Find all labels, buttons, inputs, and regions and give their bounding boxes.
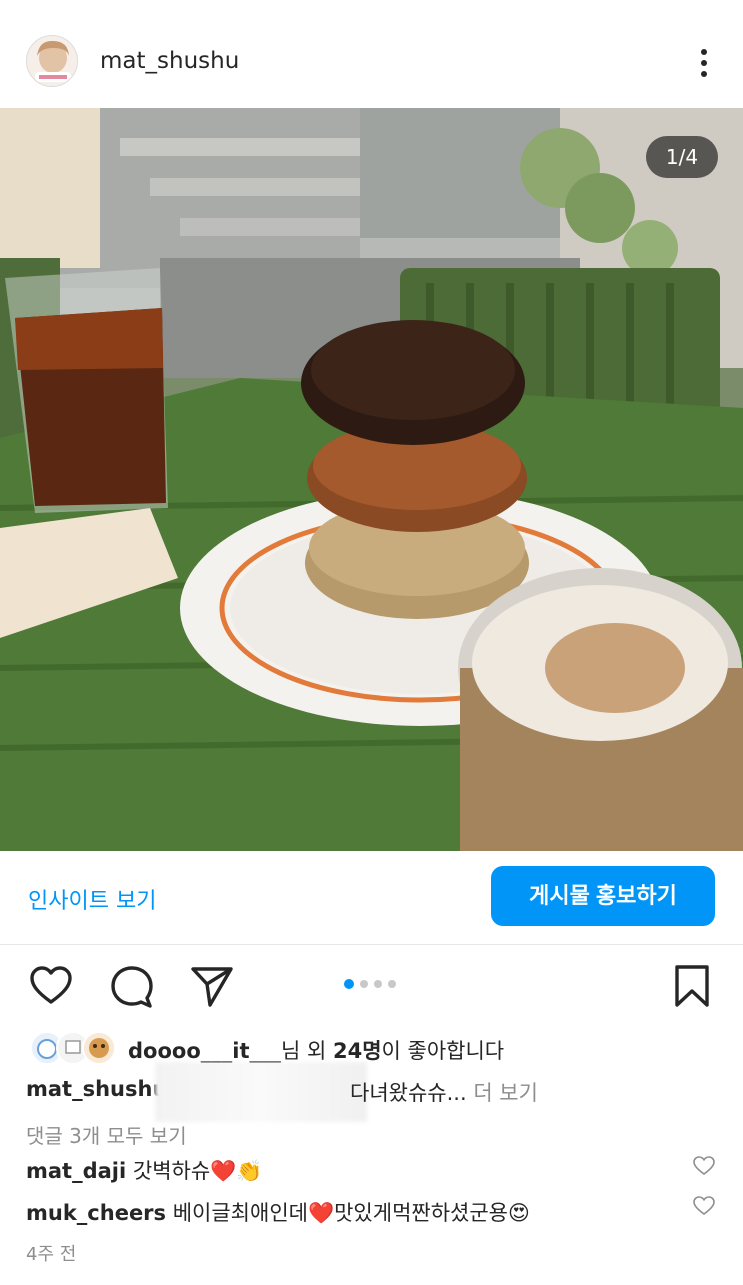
caption-more-link[interactable]: 더 보기 (467, 1081, 538, 1105)
likes-suffix-1: 님 외 (280, 1039, 333, 1063)
caption-text: 다녀왔슈슈... 더 보기 (350, 1077, 538, 1107)
promote-post-button[interactable]: 게시물 홍보하기 (491, 866, 715, 926)
post-image[interactable]: 1/4 (0, 108, 743, 851)
carousel-dot (388, 980, 396, 988)
carousel-dot (360, 980, 368, 988)
comment-icon[interactable] (108, 962, 156, 1010)
insights-bar: 인사이트 보기 게시물 홍보하기 (0, 851, 743, 945)
profile-avatar[interactable] (26, 35, 78, 87)
liker-username[interactable]: doooo___it___ (128, 1039, 281, 1063)
comment-item: muk_cheers 베이글최애인데❤️맛있게먹짠하셨군용😍 (26, 1197, 530, 1227)
likes-suffix-2: 이 좋아합니다 (381, 1039, 505, 1063)
comment-like-heart-icon[interactable] (692, 1194, 716, 1218)
image-counter-badge: 1/4 (646, 136, 718, 178)
send-icon[interactable] (188, 962, 236, 1010)
bookmark-icon[interactable] (668, 962, 716, 1010)
post-timestamp: 4주 전 (26, 1244, 77, 1265)
blurred-caption-region (155, 1062, 367, 1122)
post-header: mat_shushu (0, 0, 743, 108)
comment-text: 갓벽하슈❤️👏 (126, 1159, 263, 1183)
comment-username[interactable]: muk_cheers (26, 1201, 166, 1225)
caption: mat_shushu (26, 1077, 167, 1101)
liker-avatar (82, 1031, 116, 1065)
comment-item: mat_daji 갓벽하슈❤️👏 (26, 1155, 262, 1185)
post-username[interactable]: mat_shushu (100, 48, 239, 74)
caption-username[interactable]: mat_shushu (26, 1077, 167, 1101)
carousel-indicator (344, 979, 404, 990)
view-insights-link[interactable]: 인사이트 보기 (28, 883, 156, 915)
likes-count[interactable]: 24명 (333, 1039, 382, 1063)
comment-like-heart-icon[interactable] (692, 1154, 716, 1178)
comment-username[interactable]: mat_daji (26, 1159, 126, 1183)
likes-summary[interactable]: doooo___it___님 외 24명이 좋아합니다 (26, 1029, 726, 1069)
likes-text: doooo___it___님 외 24명이 좋아합니다 (128, 1035, 504, 1065)
caption-visible-text: 다녀왔슈슈... (350, 1081, 467, 1105)
more-vertical-icon[interactable] (690, 43, 718, 83)
view-all-comments-link[interactable]: 댓글 3개 모두 보기 (26, 1120, 187, 1149)
heart-icon[interactable] (27, 962, 75, 1010)
carousel-dot (374, 980, 382, 988)
comment-text: 베이글최애인데❤️맛있게먹짠하셨군용😍 (166, 1201, 530, 1225)
carousel-dot-active (344, 979, 354, 989)
